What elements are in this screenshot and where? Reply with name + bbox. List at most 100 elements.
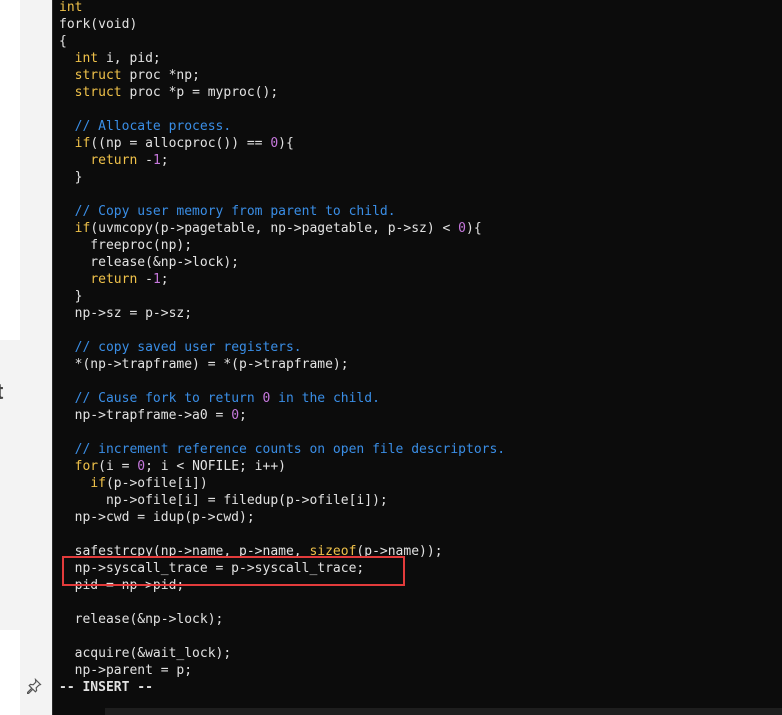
code-line[interactable]: struct proc *p = myproc(); (59, 84, 505, 101)
code-token: ; (239, 408, 247, 423)
code-token: // Copy user memory from parent to child… (74, 204, 396, 219)
code-line[interactable]: return -1; (59, 152, 505, 169)
code-token: // copy saved user registers. (74, 340, 302, 355)
code-line[interactable]: for(i = 0; i < NOFILE; i++) (59, 458, 505, 475)
code-token: np->parent = p; (59, 663, 193, 678)
code-line[interactable]: pid = np->pid; (59, 577, 505, 594)
code-token: 1 (152, 272, 161, 287)
code-line[interactable]: np->trapframe->a0 = 0; (59, 407, 505, 424)
code-line[interactable]: freeproc(np); (59, 237, 505, 254)
code-token: proc *np; (121, 68, 200, 83)
code-line[interactable]: release(&np->lock); (59, 611, 505, 628)
code-token: ){ (466, 221, 482, 236)
code-token: if (74, 136, 91, 151)
code-line[interactable]: { (59, 33, 505, 50)
code-line[interactable]: *(np->trapframe) = *(p->trapframe); (59, 356, 505, 373)
code-line[interactable]: fork(void) (59, 16, 505, 33)
code-line[interactable]: // Cause fork to return 0 in the child. (59, 390, 505, 407)
code-line[interactable]: int i, pid; (59, 50, 505, 67)
code-token: 0 (458, 221, 466, 236)
code-token: (uvmcopy(p->pagetable, np->pagetable, p-… (90, 221, 459, 236)
code-token: } (59, 289, 83, 304)
code-line[interactable]: np->cwd = idup(p->cwd); (59, 509, 505, 526)
code-token: np->syscall_trace = p->syscall_trace; (59, 561, 365, 576)
code-line[interactable]: if(p->ofile[i]) (59, 475, 505, 492)
code-token: return (90, 272, 138, 287)
code-line[interactable] (59, 526, 505, 543)
pin-icon[interactable] (26, 678, 42, 694)
code-token: acquire(&wait_lock); (59, 646, 232, 661)
background-partial-text: t (0, 379, 3, 405)
code-token: // increment reference counts on open fi… (74, 442, 506, 457)
code-token: - (137, 272, 153, 287)
code-line[interactable]: release(&np->lock); (59, 254, 505, 271)
code-token: 0 (231, 408, 240, 423)
code-token: proc *p = myproc(); (121, 85, 279, 100)
code-line[interactable]: int (59, 0, 505, 16)
code-view[interactable]: int fork(void) { int i, pid; struct proc *… (59, 0, 505, 679)
code-token: sizeof (309, 544, 357, 559)
code-line[interactable]: acquire(&wait_lock); (59, 645, 505, 662)
code-token: int (74, 51, 99, 66)
terminal-window[interactable]: int fork(void) { int i, pid; struct proc *… (52, 0, 782, 715)
code-token: struct (74, 68, 122, 83)
code-line[interactable] (59, 424, 505, 441)
code-token: i, pid; (98, 51, 161, 66)
code-token: in the child. (270, 391, 380, 406)
code-line[interactable]: // Allocate process. (59, 118, 505, 135)
code-token: (i = (98, 459, 138, 474)
code-line[interactable]: } (59, 169, 505, 186)
code-token: np->sz = p->sz; (59, 306, 193, 321)
code-token: freeproc(np); (59, 238, 193, 253)
code-line[interactable]: // copy saved user registers. (59, 339, 505, 356)
code-token: pid = np->pid; (59, 578, 185, 593)
terminal-side-gutter (20, 0, 53, 715)
code-line[interactable]: np->syscall_trace = p->syscall_trace; (59, 560, 505, 577)
code-token: int (59, 0, 83, 15)
code-line[interactable]: if((np = allocproc()) == 0){ (59, 135, 505, 152)
code-line[interactable] (59, 101, 505, 118)
vim-mode-status: -- INSERT -- (59, 680, 153, 695)
code-line[interactable]: struct proc *np; (59, 67, 505, 84)
code-line[interactable] (59, 594, 505, 611)
code-token: release(&np->lock); (59, 255, 240, 270)
code-line[interactable]: // Copy user memory from parent to child… (59, 203, 505, 220)
code-token: 0 (270, 136, 279, 151)
code-token: ; (160, 153, 169, 168)
code-token: safestrcpy(np->name, p->name, (59, 544, 310, 559)
code-token: ; (160, 272, 169, 287)
code-line[interactable]: safestrcpy(np->name, p->name, sizeof(p->… (59, 543, 505, 560)
code-token: return (90, 153, 138, 168)
code-line[interactable]: } (59, 288, 505, 305)
code-token: np->trapframe->a0 = (59, 408, 232, 423)
code-line[interactable]: np->parent = p; (59, 662, 505, 679)
code-line[interactable] (59, 628, 505, 645)
code-token: struct (74, 85, 122, 100)
code-token: ){ (278, 136, 294, 151)
code-token: np->ofile[i] = filedup(p->ofile[i]); (59, 493, 388, 508)
code-line[interactable] (59, 373, 505, 390)
code-token: - (137, 153, 153, 168)
code-line[interactable]: if(uvmcopy(p->pagetable, np->pagetable, … (59, 220, 505, 237)
code-line[interactable] (59, 322, 505, 339)
code-token: } (59, 170, 83, 185)
code-line[interactable]: // increment reference counts on open fi… (59, 441, 505, 458)
code-line[interactable]: np->ofile[i] = filedup(p->ofile[i]); (59, 492, 505, 509)
terminal-bottom-edge (105, 708, 782, 715)
code-token: // Cause fork to return (74, 391, 263, 406)
code-token: (p->name)); (356, 544, 443, 559)
code-line[interactable]: np->sz = p->sz; (59, 305, 505, 322)
code-line[interactable]: return -1; (59, 271, 505, 288)
code-line[interactable] (59, 186, 505, 203)
